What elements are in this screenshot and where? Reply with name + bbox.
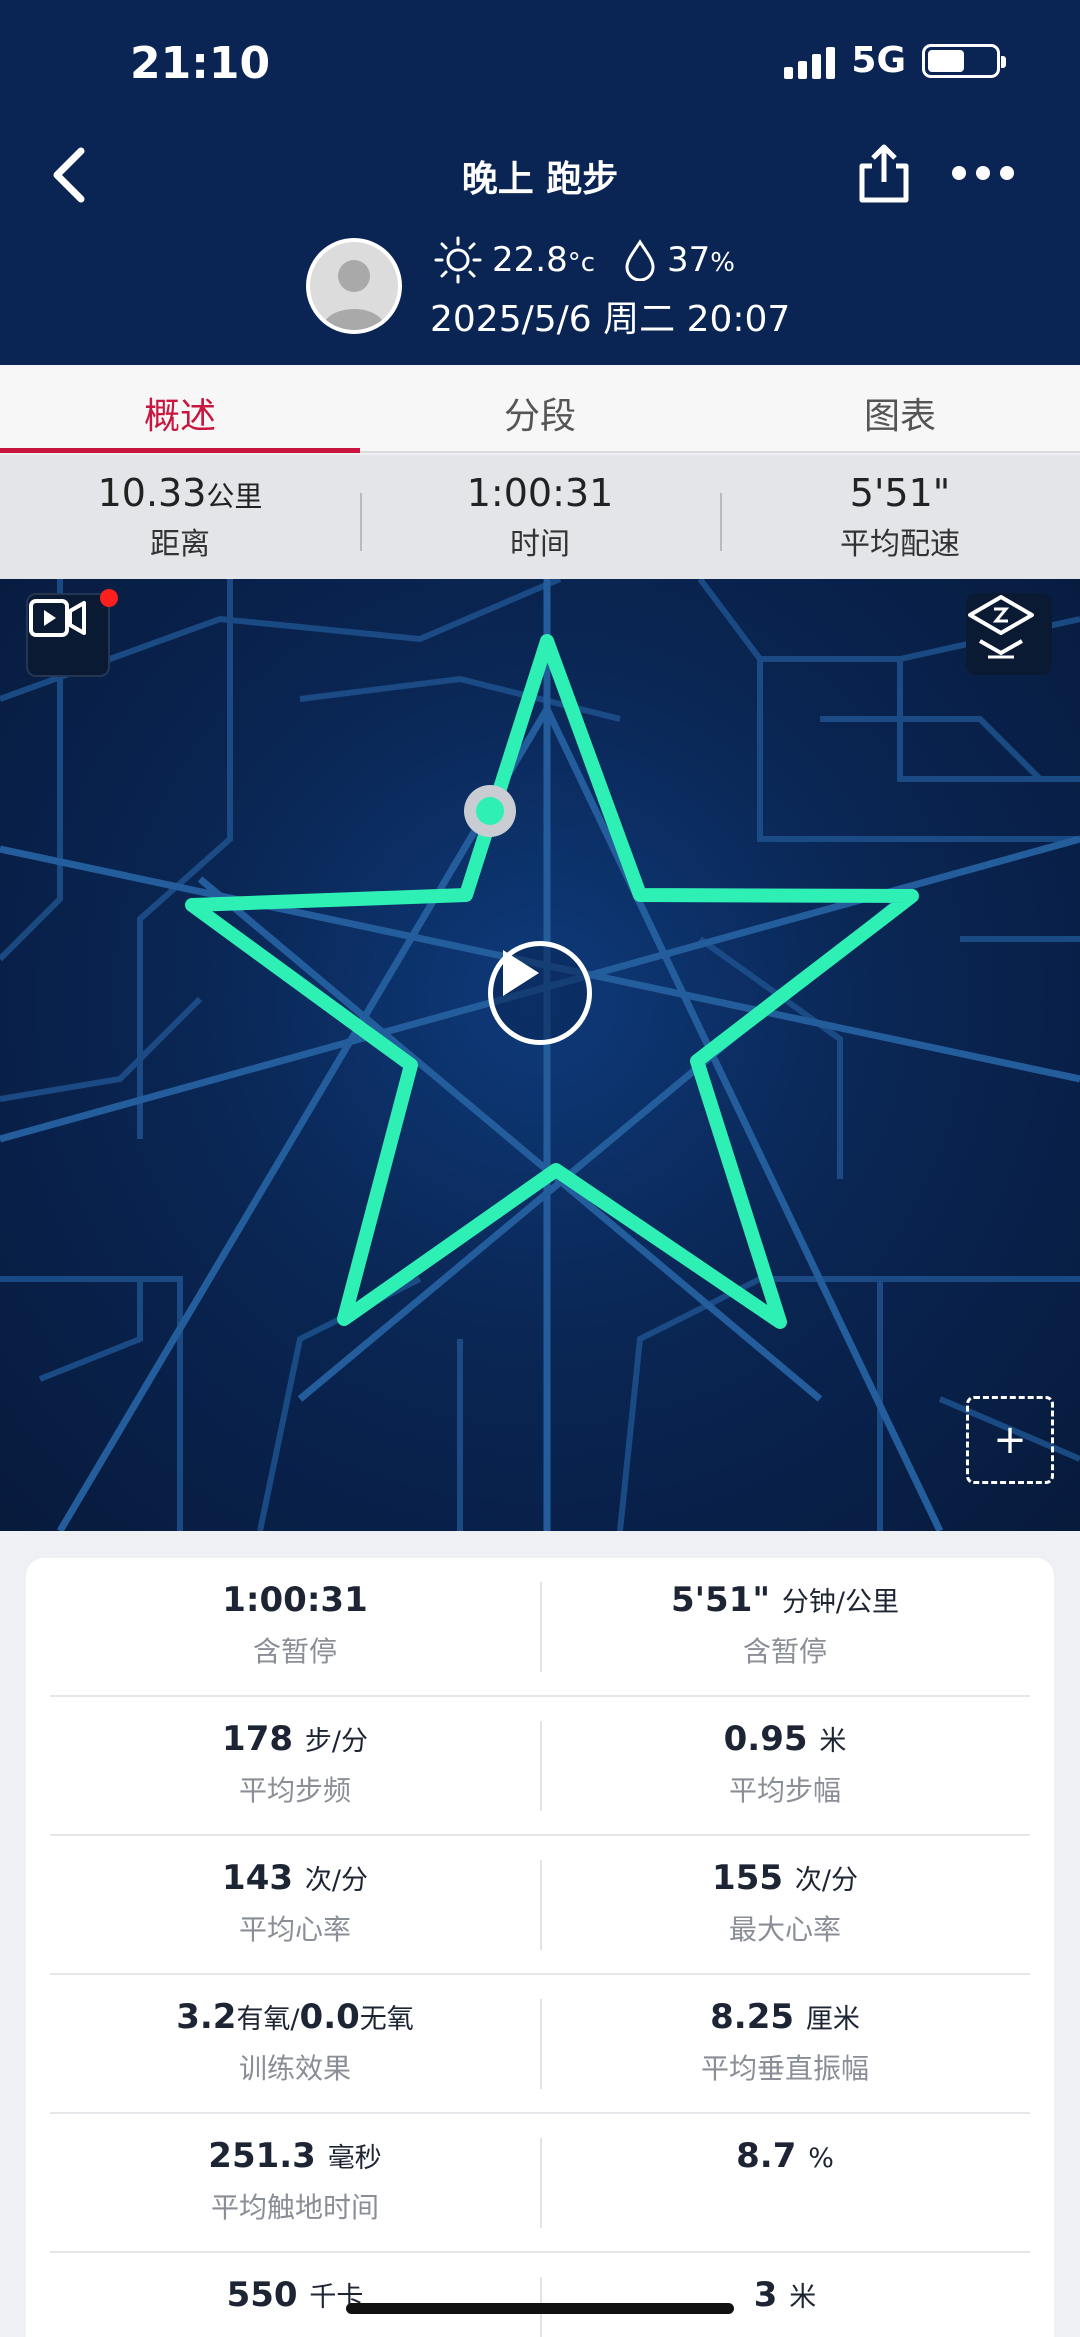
stat-percentage: 8.7 %: [540, 2114, 1030, 2251]
play-button[interactable]: [488, 941, 592, 1045]
more-options-button[interactable]: [952, 158, 1020, 188]
notification-dot: [100, 589, 118, 607]
stat-avg-heart-rate: 143 次/分 平均心率: [222, 1858, 368, 1946]
network-type: 5G: [851, 40, 906, 81]
stat-pace: 5'51" 分钟/公里 含暂停: [540, 1558, 1030, 1695]
battery-icon: [922, 43, 1006, 78]
video-camera-icon: [29, 599, 86, 637]
stat-cadence: 178 步/分 平均步频: [222, 1719, 368, 1807]
stat-training-effect: 3.2有氧/0.0无氧 训练效果: [176, 1997, 414, 2085]
activity-datetime: 2025/5/6 周二 20:07: [430, 299, 791, 340]
summary-time: 1:00:31 时间: [360, 471, 720, 563]
stats-card: 1:00:31 含暂停 5'51" 分钟/公里 含暂停 178 步/分 平均步频…: [26, 1558, 1054, 2337]
map-background: [0, 579, 1080, 1531]
activity-header: 21:10 5G 晚上 跑步 22.8°c 37% 2025/5/6 周二 20…: [0, 0, 1080, 365]
humidity-value: 37%: [667, 240, 735, 280]
summary-pace: 5'51" 平均配速: [720, 471, 1080, 563]
tab-charts[interactable]: 图表: [720, 365, 1080, 451]
route-map[interactable]: +: [0, 579, 1080, 1531]
stat-ground-contact: 251.3 毫秒 平均触地时间: [208, 2136, 382, 2224]
stat-calories: 550 千卡: [226, 2275, 364, 2315]
map-layer-button[interactable]: [966, 593, 1052, 675]
avatar[interactable]: [306, 238, 402, 334]
stat-duration: 1:00:31 含暂停: [222, 1580, 368, 1668]
replay-video-button[interactable]: [26, 593, 110, 677]
home-indicator[interactable]: [346, 2303, 734, 2314]
page-title: 晚上 跑步: [461, 159, 619, 200]
share-icon: [859, 144, 909, 203]
stat-vertical-oscillation: 8.25 厘米 平均垂直振幅: [540, 1975, 1030, 2112]
tab-overview[interactable]: 概述: [0, 365, 360, 453]
stats-row: 251.3 毫秒 平均触地时间 8.7 %: [50, 2114, 1030, 2253]
user-icon: [322, 260, 386, 330]
sun-icon: [434, 236, 482, 284]
stats-row: 550 千卡 3 米: [50, 2253, 1030, 2337]
stats-row: 1:00:31 含暂停 5'51" 分钟/公里 含暂停: [50, 1558, 1030, 1697]
summary-bar: 10.33公里 距离 1:00:31 时间 5'51" 平均配速: [0, 455, 1080, 579]
stat-stride: 0.95 米 平均步幅: [540, 1697, 1030, 1834]
share-button[interactable]: [858, 142, 910, 204]
play-icon: [503, 950, 539, 996]
stat-max-heart-rate: 155 次/分 最大心率: [540, 1836, 1030, 1973]
expand-map-button[interactable]: +: [966, 1396, 1054, 1484]
tab-bar: 概述 分段 图表: [0, 365, 1080, 453]
temperature-value: 22.8°c: [492, 240, 595, 280]
summary-distance: 10.33公里 距离: [97, 471, 263, 562]
status-time: 21:10: [130, 38, 271, 89]
stats-row: 143 次/分 平均心率 155 次/分 最大心率: [50, 1836, 1030, 1975]
weather-info: 22.8°c 37%: [434, 236, 735, 284]
tab-splits[interactable]: 分段: [360, 365, 720, 451]
stats-row: 3.2有氧/0.0无氧 训练效果 8.25 厘米 平均垂直振幅: [50, 1975, 1030, 2114]
signal-icon: [784, 43, 836, 79]
stats-row: 178 步/分 平均步频 0.95 米 平均步幅: [50, 1697, 1030, 1836]
map-layers-icon: [968, 595, 1034, 659]
humidity-icon: [625, 239, 655, 281]
status-icons: 5G: [784, 40, 1006, 81]
stat-elevation: 3 米: [540, 2253, 1030, 2337]
